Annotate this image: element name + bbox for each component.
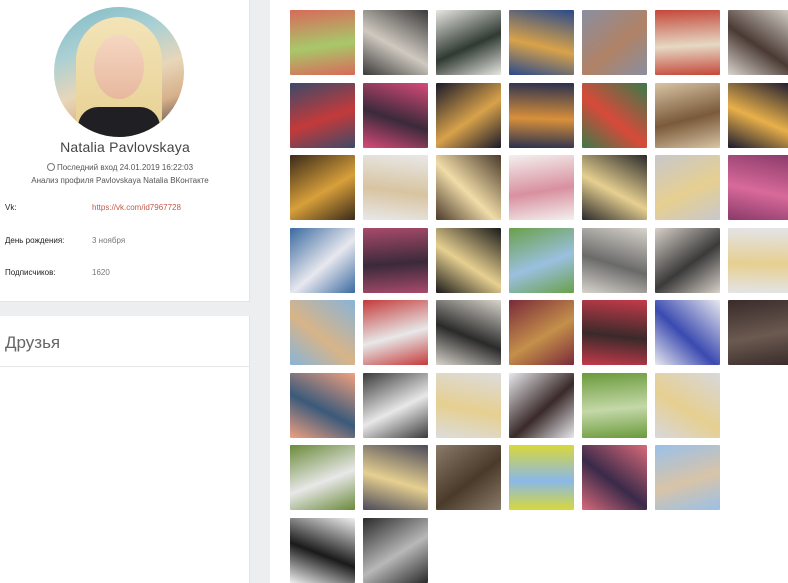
- photo-thumbnail[interactable]: [582, 227, 647, 293]
- friends-title: Друзья: [5, 333, 61, 352]
- photo-thumbnail[interactable]: [363, 372, 428, 438]
- photo-thumbnail[interactable]: [655, 445, 720, 510]
- photo-thumbnail[interactable]: [655, 155, 720, 220]
- photo-thumbnail[interactable]: [655, 372, 720, 438]
- info-value: 3 ноября: [92, 236, 126, 245]
- photo-thumbnail[interactable]: [509, 445, 574, 510]
- photo-thumbnail[interactable]: [363, 517, 428, 583]
- photo-thumbnail[interactable]: [290, 372, 355, 438]
- photo-thumbnail[interactable]: [363, 82, 428, 148]
- photo-thumbnail[interactable]: [436, 227, 501, 293]
- photo-thumbnail[interactable]: [509, 300, 574, 365]
- profile-name: Natalia Pavlovskaya: [60, 139, 190, 155]
- photo-thumbnail[interactable]: [290, 445, 355, 510]
- photo-thumbnail[interactable]: [728, 10, 788, 75]
- photo-thumbnail[interactable]: [290, 517, 355, 583]
- photo-thumbnail[interactable]: [436, 445, 501, 510]
- photo-thumbnail[interactable]: [363, 300, 428, 365]
- photo-thumbnail[interactable]: [436, 372, 501, 438]
- photo-thumbnail[interactable]: [655, 10, 720, 75]
- clock-icon: [46, 163, 55, 171]
- avatar[interactable]: [54, 7, 184, 137]
- info-value: 1620: [92, 268, 110, 277]
- last-visit: Последний вход 24.01.2019 16:22:03: [0, 163, 240, 172]
- photo-thumbnail[interactable]: [582, 155, 647, 220]
- photo-thumbnail[interactable]: [290, 300, 355, 365]
- photo-thumbnail[interactable]: [655, 82, 720, 148]
- info-label: Vk:: [5, 203, 17, 212]
- photo-thumbnail[interactable]: [582, 82, 647, 148]
- photo-thumbnail[interactable]: [509, 155, 574, 220]
- photo-thumbnail[interactable]: [290, 155, 355, 220]
- photo-thumbnail[interactable]: [728, 300, 788, 365]
- photo-thumbnail[interactable]: [728, 155, 788, 220]
- photo-thumbnail[interactable]: [363, 445, 428, 510]
- info-label: Подписчиков:: [5, 268, 56, 277]
- divider: [0, 366, 250, 367]
- profile-card: Natalia Pavlovskaya Последний вход 24.01…: [0, 0, 250, 302]
- photo-thumbnail[interactable]: [509, 82, 574, 148]
- vk-link[interactable]: https://vk.com/id7967728: [92, 203, 181, 212]
- photo-thumbnail[interactable]: [582, 300, 647, 365]
- photo-thumbnail[interactable]: [655, 300, 720, 365]
- photo-thumbnail[interactable]: [728, 227, 788, 293]
- profile-analysis-label: Анализ профиля Pavlovskaya Natalia ВКонт…: [31, 176, 209, 185]
- photo-thumbnail[interactable]: [436, 82, 501, 148]
- photo-thumbnail[interactable]: [436, 155, 501, 220]
- photo-thumbnail[interactable]: [655, 227, 720, 293]
- photo-thumbnail[interactable]: [363, 10, 428, 75]
- photo-gallery: [270, 0, 788, 583]
- friends-card: Друзья: [0, 316, 250, 583]
- info-label: День рождения:: [5, 236, 65, 245]
- photo-thumbnail[interactable]: [290, 82, 355, 148]
- photo-thumbnail[interactable]: [582, 445, 647, 510]
- photo-thumbnail[interactable]: [363, 227, 428, 293]
- photo-thumbnail[interactable]: [509, 10, 574, 75]
- photo-thumbnail[interactable]: [582, 372, 647, 438]
- photo-thumbnail[interactable]: [436, 300, 501, 365]
- photo-thumbnail[interactable]: [509, 372, 574, 438]
- photo-thumbnail[interactable]: [290, 227, 355, 293]
- photo-thumbnail[interactable]: [290, 10, 355, 75]
- photo-thumbnail[interactable]: [436, 10, 501, 75]
- photo-thumbnail[interactable]: [728, 82, 788, 148]
- photo-thumbnail[interactable]: [509, 227, 574, 293]
- photo-thumbnail[interactable]: [363, 155, 428, 220]
- photo-thumbnail[interactable]: [582, 10, 647, 75]
